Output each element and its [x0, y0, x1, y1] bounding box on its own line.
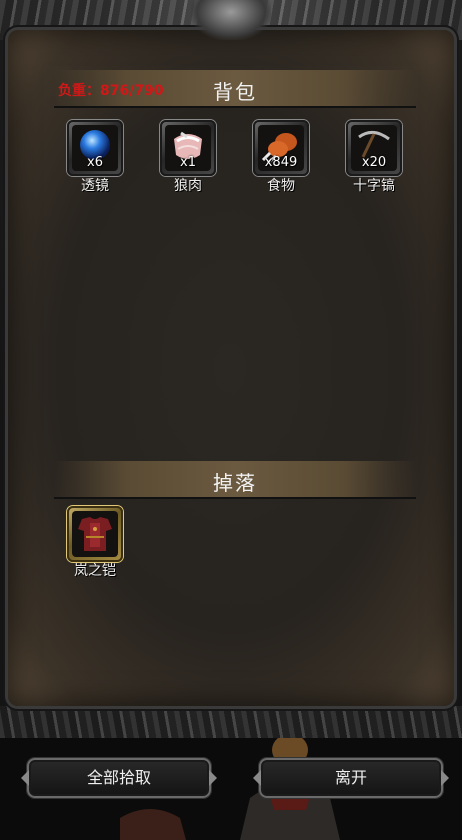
bag-slot-pickaxe[interactable]: x20 [346, 120, 402, 176]
leave-button[interactable]: 离开 [259, 758, 443, 798]
item-qty: x1 [180, 155, 196, 170]
bag-header: 负重：876/790 背包 [54, 70, 416, 108]
bag-title: 背包 [213, 80, 257, 104]
item-name: 十字镐 [353, 178, 395, 194]
pick-all-button[interactable]: 全部拾取 [27, 758, 211, 798]
item-name: 食物 [267, 178, 295, 194]
frame-crest [191, 0, 271, 40]
item-qty: x849 [264, 155, 298, 170]
drops-title: 掉落 [213, 471, 257, 495]
bag-slot-food[interactable]: x849 [253, 120, 309, 176]
bag-slot-lens[interactable]: x6 [67, 120, 123, 176]
item-name: 透镜 [81, 178, 109, 194]
drops-header: 掉落 [54, 461, 416, 499]
item-qty: x20 [361, 155, 387, 170]
bag-slot-wolf-meat[interactable]: x1 [160, 120, 216, 176]
red-armor-icon [72, 511, 118, 557]
item-qty: x6 [87, 155, 103, 170]
item-name: 岚之铠 [74, 563, 116, 579]
item-name: 狼肉 [174, 178, 202, 194]
drop-slot-armor[interactable] [67, 506, 123, 562]
